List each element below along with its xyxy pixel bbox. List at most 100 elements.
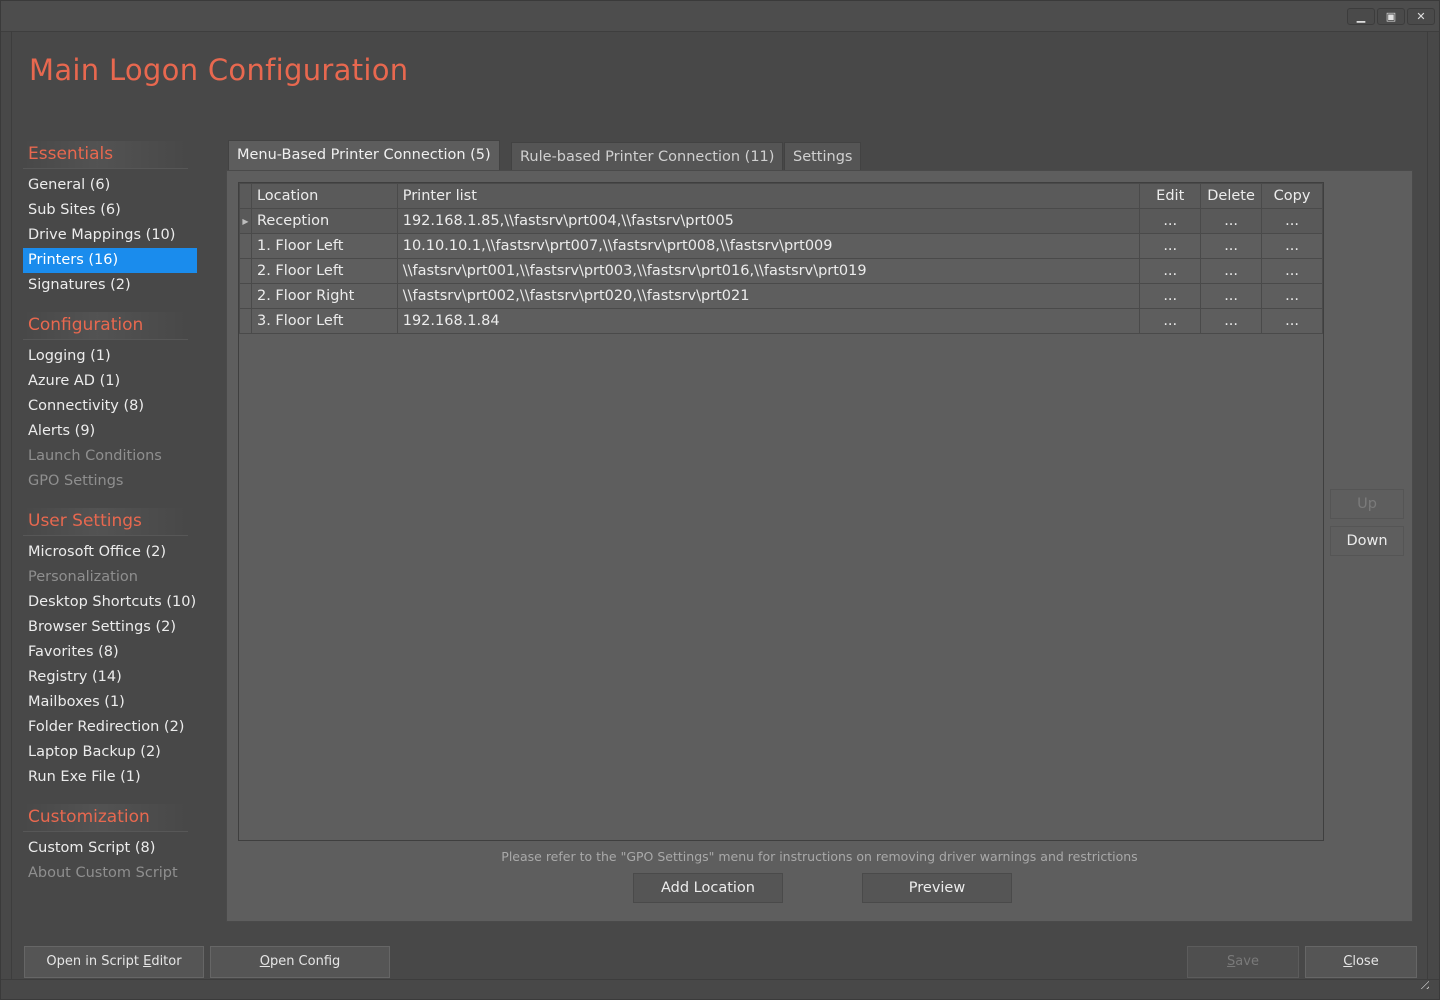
maximize-icon: ▣ bbox=[1385, 10, 1397, 23]
title-bar[interactable]: ▁ ▣ ✕ bbox=[1, 1, 1439, 32]
sidebar-section-title: Customization bbox=[23, 804, 188, 832]
row-selector[interactable] bbox=[239, 258, 252, 284]
sidebar-section-title: User Settings bbox=[23, 508, 188, 536]
close-button[interactable]: Close bbox=[1305, 946, 1417, 978]
cell-printer-list[interactable]: 192.168.1.85,\\fastsrv\prt004,\\fastsrv\… bbox=[396, 208, 1141, 234]
edit-row-button[interactable]: ... bbox=[1139, 233, 1202, 259]
sidebar-item-microsoft-office[interactable]: Microsoft Office (2) bbox=[23, 540, 197, 565]
minimize-icon: ▁ bbox=[1356, 10, 1366, 23]
open-config-button[interactable]: Open Config bbox=[210, 946, 390, 978]
move-down-button[interactable]: Down bbox=[1330, 526, 1404, 556]
button-label: pen Config bbox=[269, 954, 341, 969]
close-icon: ✕ bbox=[1416, 10, 1426, 23]
delete-row-button[interactable]: ... bbox=[1200, 308, 1263, 334]
cell-printer-list[interactable]: 10.10.10.1,\\fastsrv\prt007,\\fastsrv\pr… bbox=[396, 233, 1141, 259]
sidebar-item-laptop-backup[interactable]: Laptop Backup (2) bbox=[23, 740, 197, 765]
tab-menu-based-printer-connection[interactable]: Menu-Based Printer Connection (5) bbox=[228, 140, 500, 171]
delete-row-button[interactable]: ... bbox=[1200, 283, 1263, 309]
edit-row-button[interactable]: ... bbox=[1139, 308, 1202, 334]
current-row-arrow-icon: ▶ bbox=[242, 216, 249, 226]
sidebar-item-folder-redirection[interactable]: Folder Redirection (2) bbox=[23, 715, 197, 740]
sidebar-item-connectivity[interactable]: Connectivity (8) bbox=[23, 394, 197, 419]
sidebar-section-essentials: Essentials General (6) Sub Sites (6) Drive … bbox=[23, 141, 203, 298]
mnemonic-key: O bbox=[259, 954, 270, 969]
delete-row-button[interactable]: ... bbox=[1200, 233, 1263, 259]
sidebar-section-user-settings: User Settings Microsoft Office (2) Persona… bbox=[23, 508, 203, 790]
column-header-edit[interactable]: Edit bbox=[1139, 183, 1202, 209]
copy-row-button[interactable]: ... bbox=[1261, 258, 1323, 284]
sidebar-item-logging[interactable]: Logging (1) bbox=[23, 344, 197, 369]
column-header-location[interactable]: Location bbox=[250, 183, 398, 209]
sidebar-item-desktop-shortcuts[interactable]: Desktop Shortcuts (10) bbox=[23, 590, 197, 615]
button-label: ave bbox=[1235, 954, 1259, 969]
sidebar-item-sub-sites[interactable]: Sub Sites (6) bbox=[23, 198, 197, 223]
open-in-script-editor-button[interactable]: Open in Script Editor bbox=[24, 946, 204, 978]
copy-row-button[interactable]: ... bbox=[1261, 308, 1323, 334]
sidebar-item-about-custom-script[interactable]: About Custom Script bbox=[23, 861, 197, 886]
delete-row-button[interactable]: ... bbox=[1200, 258, 1263, 284]
save-button[interactable]: Save bbox=[1187, 946, 1299, 978]
sidebar-item-general[interactable]: General (6) bbox=[23, 173, 197, 198]
minimize-button[interactable]: ▁ bbox=[1347, 8, 1375, 25]
page-title: Main Logon Configuration bbox=[29, 53, 409, 87]
row-selector[interactable] bbox=[239, 283, 252, 309]
row-header-corner bbox=[239, 183, 252, 209]
maximize-button[interactable]: ▣ bbox=[1377, 8, 1405, 25]
column-header-delete[interactable]: Delete bbox=[1200, 183, 1263, 209]
sidebar-item-personalization[interactable]: Personalization bbox=[23, 565, 197, 590]
table-row[interactable]: 2. Floor Left \\fastsrv\prt001,\\fastsrv\… bbox=[239, 258, 1323, 284]
sidebar-item-favorites[interactable]: Favorites (8) bbox=[23, 640, 197, 665]
add-location-button[interactable]: Add Location bbox=[633, 873, 783, 903]
preview-button[interactable]: Preview bbox=[862, 873, 1012, 903]
cell-printer-list[interactable]: \\fastsrv\prt001,\\fastsrv\prt003,\\fast… bbox=[396, 258, 1141, 284]
cell-location[interactable]: Reception bbox=[250, 208, 398, 234]
cell-printer-list[interactable]: 192.168.1.84 bbox=[396, 308, 1141, 334]
edit-row-button[interactable]: ... bbox=[1139, 208, 1202, 234]
copy-row-button[interactable]: ... bbox=[1261, 208, 1323, 234]
copy-row-button[interactable]: ... bbox=[1261, 233, 1323, 259]
row-selector[interactable] bbox=[239, 308, 252, 334]
table-row[interactable]: 1. Floor Left 10.10.10.1,\\fastsrv\prt007… bbox=[239, 233, 1323, 259]
cell-location[interactable]: 2. Floor Left bbox=[250, 258, 398, 284]
frame-divider bbox=[1, 979, 1439, 980]
copy-row-button[interactable]: ... bbox=[1261, 283, 1323, 309]
printer-locations-grid[interactable]: Location Printer list Edit Delete Copy ▶… bbox=[238, 182, 1324, 841]
sidebar-item-azure-ad[interactable]: Azure AD (1) bbox=[23, 369, 197, 394]
sidebar-item-browser-settings[interactable]: Browser Settings (2) bbox=[23, 615, 197, 640]
frame-divider bbox=[11, 31, 12, 979]
sidebar-item-mailboxes[interactable]: Mailboxes (1) bbox=[23, 690, 197, 715]
edit-row-button[interactable]: ... bbox=[1139, 258, 1202, 284]
button-label: ditor bbox=[151, 954, 182, 969]
cell-location[interactable]: 1. Floor Left bbox=[250, 233, 398, 259]
sidebar-item-printers[interactable]: Printers (16) bbox=[23, 248, 197, 273]
sidebar-item-run-exe-file[interactable]: Run Exe File (1) bbox=[23, 765, 197, 790]
column-header-copy[interactable]: Copy bbox=[1261, 183, 1323, 209]
grid-header-row: Location Printer list Edit Delete Copy bbox=[239, 183, 1323, 209]
column-header-printer-list[interactable]: Printer list bbox=[396, 183, 1141, 209]
delete-row-button[interactable]: ... bbox=[1200, 208, 1263, 234]
close-window-button[interactable]: ✕ bbox=[1407, 8, 1435, 25]
sidebar-item-signatures[interactable]: Signatures (2) bbox=[23, 273, 197, 298]
sidebar-item-custom-script[interactable]: Custom Script (8) bbox=[23, 836, 197, 861]
tab-settings[interactable]: Settings bbox=[784, 142, 862, 171]
mnemonic-key: C bbox=[1343, 954, 1353, 969]
table-row[interactable]: ▶ Reception 192.168.1.85,\\fastsrv\prt004,… bbox=[239, 208, 1323, 234]
cell-location[interactable]: 2. Floor Right bbox=[250, 283, 398, 309]
edit-row-button[interactable]: ... bbox=[1139, 283, 1202, 309]
sidebar-item-gpo-settings[interactable]: GPO Settings bbox=[23, 469, 197, 494]
cell-printer-list[interactable]: \\fastsrv\prt002,\\fastsrv\prt020,\\fast… bbox=[396, 283, 1141, 309]
table-row[interactable]: 2. Floor Right \\fastsrv\prt002,\\fastsrv… bbox=[239, 283, 1323, 309]
gpo-settings-note: Please refer to the "GPO Settings" menu … bbox=[501, 849, 1138, 864]
sidebar-item-registry[interactable]: Registry (14) bbox=[23, 665, 197, 690]
row-selector[interactable] bbox=[239, 233, 252, 259]
table-row[interactable]: 3. Floor Left 192.168.1.84......... bbox=[239, 308, 1323, 334]
move-up-button[interactable]: Up bbox=[1330, 489, 1404, 519]
row-selector[interactable]: ▶ bbox=[239, 208, 252, 234]
sidebar-item-alerts[interactable]: Alerts (9) bbox=[23, 419, 197, 444]
sidebar-item-drive-mappings[interactable]: Drive Mappings (10) bbox=[23, 223, 197, 248]
cell-location[interactable]: 3. Floor Left bbox=[250, 308, 398, 334]
sidebar-nav: Essentials General (6) Sub Sites (6) Drive … bbox=[23, 141, 203, 900]
sidebar-section-title: Essentials bbox=[23, 141, 188, 169]
tab-rule-based-printer-connection[interactable]: Rule-based Printer Connection (11) bbox=[511, 142, 784, 171]
sidebar-item-launch-conditions[interactable]: Launch Conditions bbox=[23, 444, 197, 469]
